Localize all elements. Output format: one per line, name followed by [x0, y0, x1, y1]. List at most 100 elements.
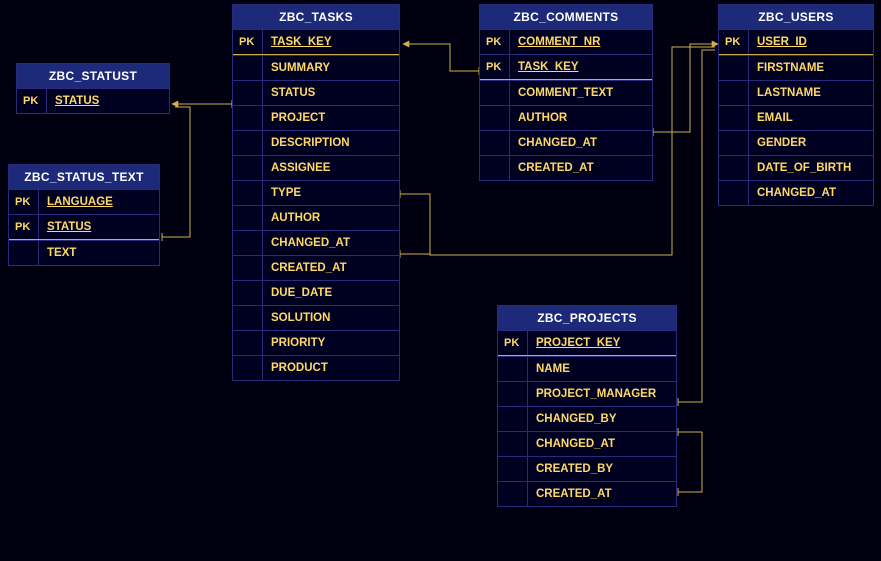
- table-row: COMMENT_TEXT: [480, 80, 652, 105]
- pk-indicator: PK: [719, 30, 749, 54]
- pk-indicator: [480, 81, 510, 105]
- rel-projects-pm-to-users: [678, 50, 715, 402]
- column-name: PRODUCT: [263, 356, 399, 380]
- rel-tasks-author-to-users: [400, 254, 430, 255]
- column-name: CREATED_AT: [528, 482, 676, 506]
- pk-indicator: PK: [9, 215, 39, 239]
- column-name: PROJECT_KEY: [528, 331, 676, 355]
- column-name: GENDER: [749, 131, 873, 155]
- pk-indicator: [498, 482, 528, 506]
- column-name: CHANGED_AT: [510, 131, 652, 155]
- column-name: CHANGED_AT: [263, 231, 399, 255]
- table-row: PROJECT_MANAGER: [498, 381, 676, 406]
- pk-indicator: [233, 106, 263, 130]
- pk-indicator: PK: [480, 30, 510, 54]
- table-row: AUTHOR: [480, 105, 652, 130]
- column-name: ASSIGNEE: [263, 156, 399, 180]
- pk-indicator: PK: [498, 331, 528, 355]
- column-name: CREATED_BY: [528, 457, 676, 481]
- rel-comments-author-to-users: [653, 44, 718, 132]
- pk-indicator: [233, 181, 263, 205]
- column-name: STATUS: [263, 81, 399, 105]
- table-row: CREATED_AT: [480, 155, 652, 180]
- table-row: CREATED_AT: [498, 481, 676, 506]
- rel-comments-taskkey-to-tasks: [403, 44, 479, 71]
- pk-indicator: [498, 357, 528, 381]
- column-name: FIRSTNAME: [749, 56, 873, 80]
- column-name: DUE_DATE: [263, 281, 399, 305]
- table-row: DUE_DATE: [233, 280, 399, 305]
- column-name: PROJECT_MANAGER: [528, 382, 676, 406]
- pk-indicator: [719, 131, 749, 155]
- rel-projects-createdby-to-users: [678, 432, 702, 492]
- table-row: GENDER: [719, 130, 873, 155]
- pk-indicator: [9, 241, 39, 265]
- table-row: TYPE: [233, 180, 399, 205]
- column-name: COMMENT_TEXT: [510, 81, 652, 105]
- rel-statustext-status-to-statust: [162, 107, 190, 237]
- entity-title: ZBC_STATUST: [17, 64, 169, 88]
- table-row: DESCRIPTION: [233, 130, 399, 155]
- table-row: CREATED_AT: [233, 255, 399, 280]
- pk-indicator: [719, 181, 749, 205]
- table-row: PK LANGUAGE: [9, 189, 159, 214]
- column-name: PRIORITY: [263, 331, 399, 355]
- column-name: STATUS: [39, 215, 159, 239]
- entity-title: ZBC_TASKS: [233, 5, 399, 29]
- pk-indicator: [719, 156, 749, 180]
- pk-indicator: [233, 356, 263, 380]
- table-row: PK TASK_KEY: [480, 54, 652, 79]
- column-name: TASK_KEY: [263, 30, 399, 54]
- entity-zbc-status-text: ZBC_STATUS_TEXT PK LANGUAGE PK STATUS TE…: [8, 164, 160, 266]
- table-row: CHANGED_AT: [498, 431, 676, 456]
- pk-indicator: [480, 131, 510, 155]
- pk-indicator: [719, 81, 749, 105]
- pk-indicator: [233, 281, 263, 305]
- column-name: NAME: [528, 357, 676, 381]
- table-row: PRODUCT: [233, 355, 399, 380]
- pk-indicator: [498, 382, 528, 406]
- pk-indicator: [233, 331, 263, 355]
- entity-zbc-statust: ZBC_STATUST PK STATUS: [16, 63, 170, 114]
- column-name: SOLUTION: [263, 306, 399, 330]
- table-row: SUMMARY: [233, 55, 399, 80]
- pk-indicator: [480, 156, 510, 180]
- pk-indicator: PK: [9, 190, 39, 214]
- column-name: CREATED_AT: [510, 156, 652, 180]
- column-name: CHANGED_AT: [528, 432, 676, 456]
- column-name: CHANGED_BY: [528, 407, 676, 431]
- pk-indicator: [233, 56, 263, 80]
- pk-indicator: [719, 56, 749, 80]
- column-name: USER_ID: [749, 30, 873, 54]
- pk-indicator: [498, 432, 528, 456]
- column-name: AUTHOR: [263, 206, 399, 230]
- entity-zbc-projects: ZBC_PROJECTS PK PROJECT_KEY NAME PROJECT…: [497, 305, 677, 507]
- table-row: SOLUTION: [233, 305, 399, 330]
- column-name: TEXT: [39, 241, 159, 265]
- table-row: DATE_OF_BIRTH: [719, 155, 873, 180]
- pk-indicator: [233, 206, 263, 230]
- table-row: PK STATUS: [17, 88, 169, 113]
- table-row: FIRSTNAME: [719, 55, 873, 80]
- pk-indicator: PK: [480, 55, 510, 79]
- pk-indicator: [498, 457, 528, 481]
- column-name: LASTNAME: [749, 81, 873, 105]
- pk-indicator: [480, 106, 510, 130]
- table-row: CHANGED_AT: [480, 130, 652, 155]
- entity-zbc-tasks: ZBC_TASKS PK TASK_KEY SUMMARY STATUS PRO…: [232, 4, 400, 381]
- column-name: DESCRIPTION: [263, 131, 399, 155]
- entity-title: ZBC_COMMENTS: [480, 5, 652, 29]
- entity-title: ZBC_PROJECTS: [498, 306, 676, 330]
- column-name: COMMENT_NR: [510, 30, 652, 54]
- pk-indicator: [233, 306, 263, 330]
- column-name: DATE_OF_BIRTH: [749, 156, 873, 180]
- column-name: PROJECT: [263, 106, 399, 130]
- pk-indicator: [233, 156, 263, 180]
- pk-indicator: [233, 231, 263, 255]
- entity-zbc-users: ZBC_USERS PK USER_ID FIRSTNAME LASTNAME …: [718, 4, 874, 206]
- pk-indicator: PK: [17, 89, 47, 113]
- pk-indicator: [498, 407, 528, 431]
- column-name: TASK_KEY: [510, 55, 652, 79]
- table-row: PK STATUS: [9, 214, 159, 239]
- table-row: PK PROJECT_KEY: [498, 330, 676, 355]
